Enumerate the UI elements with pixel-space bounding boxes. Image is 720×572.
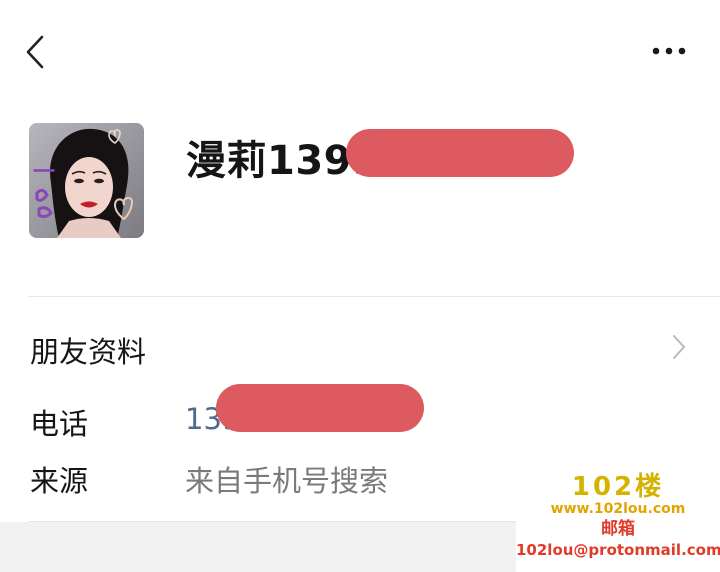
chevron-left-icon	[26, 35, 44, 69]
phone-redaction	[216, 384, 424, 432]
watermark-site: www.102lou.com	[550, 501, 686, 517]
watermark: 102楼 www.102lou.com 邮箱 102lou@protonmail…	[516, 473, 720, 572]
friend-info-row[interactable]: 朋友资料	[0, 318, 720, 378]
watermark-email: 102lou@protonmail.com	[516, 541, 720, 559]
source-label: 来源	[30, 464, 89, 498]
more-button[interactable]	[650, 40, 690, 62]
divider	[28, 296, 720, 297]
nickname-redaction	[346, 129, 574, 177]
chevron-right-icon	[673, 335, 685, 359]
phone-label: 电话	[30, 407, 89, 441]
watermark-logo: 102楼	[571, 472, 665, 502]
svg-text:一: 一	[33, 159, 55, 185]
avatar[interactable]: 一	[29, 123, 144, 238]
more-dots-icon	[652, 47, 686, 55]
watermark-mail-label: 邮箱	[601, 519, 635, 539]
source-value: 来自手机号搜索	[185, 464, 389, 498]
avatar-image: 一	[29, 123, 144, 238]
contact-profile-page: 一 漫莉1399 朋友资料 电话 139 来源 来自手机号搜索 102楼 www…	[0, 0, 720, 572]
friend-info-label: 朋友资料	[30, 335, 147, 369]
nav-bar	[0, 0, 720, 100]
back-button[interactable]	[22, 34, 52, 70]
